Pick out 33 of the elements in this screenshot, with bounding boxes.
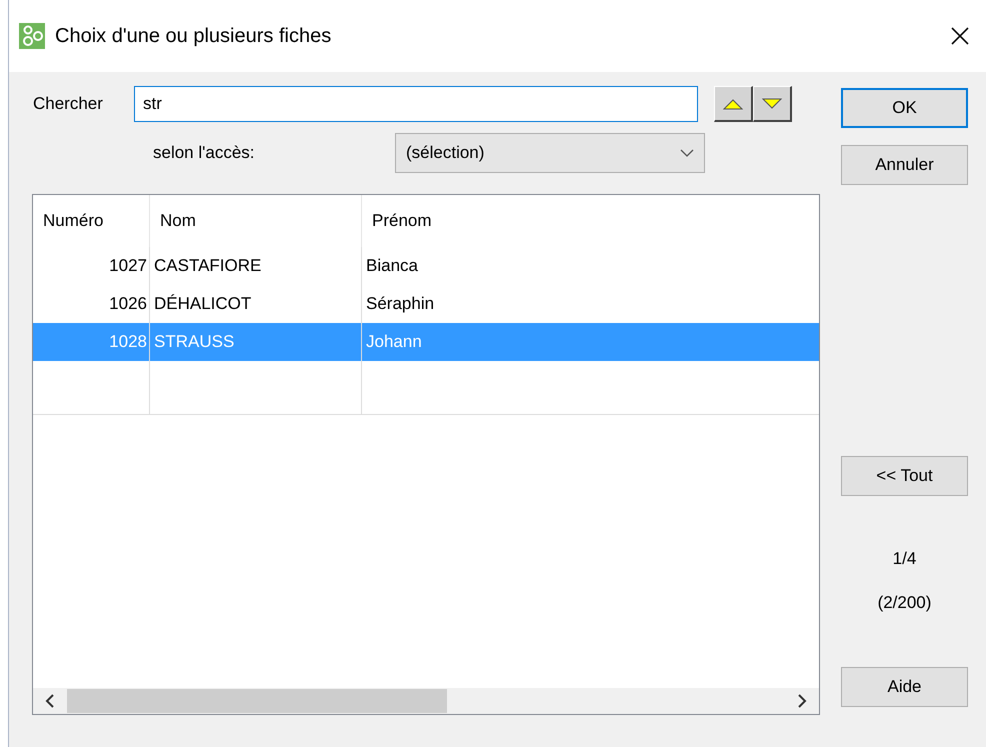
window-title: Choix d'une ou plusieurs fiches bbox=[55, 24, 332, 49]
table-cell-text: Séraphin bbox=[365, 293, 436, 316]
up-triangle-icon bbox=[723, 98, 743, 110]
ok-button[interactable]: OK bbox=[841, 88, 968, 128]
cancel-button[interactable]: Annuler bbox=[841, 145, 968, 185]
table-cell: 1028 bbox=[33, 323, 150, 361]
horizontal-scrollbar[interactable] bbox=[33, 688, 819, 714]
down-arrow-button[interactable] bbox=[753, 86, 792, 122]
table-cell: STRAUSS bbox=[150, 323, 362, 361]
record-count: (2/200) bbox=[878, 592, 932, 614]
page-counter: 1/4 bbox=[892, 548, 916, 570]
scroll-right-icon[interactable] bbox=[797, 694, 807, 708]
chevron-down-icon bbox=[680, 149, 694, 157]
column-header[interactable]: Numéro bbox=[33, 195, 150, 247]
table-cell: 1027 bbox=[33, 247, 150, 285]
down-triangle-icon bbox=[762, 98, 782, 110]
help-button[interactable]: Aide bbox=[841, 667, 968, 707]
access-label: selon l'accès: bbox=[153, 142, 256, 164]
up-arrow-button[interactable] bbox=[714, 86, 753, 122]
close-icon[interactable] bbox=[950, 26, 970, 46]
column-header[interactable]: Prénom bbox=[362, 195, 819, 247]
search-label: Chercher bbox=[33, 93, 104, 116]
scroll-left-icon[interactable] bbox=[45, 694, 55, 708]
search-field[interactable]: str bbox=[134, 86, 698, 122]
show-all-button[interactable]: << Tout bbox=[841, 456, 968, 496]
table-cell-text: Bianca bbox=[365, 255, 419, 278]
table-row[interactable]: 1027 CASTAFIORE Bianca bbox=[33, 247, 819, 285]
app-logo-icon bbox=[19, 23, 45, 49]
column-header[interactable]: Nom bbox=[150, 195, 362, 247]
table-cell-text: Johann bbox=[365, 331, 423, 354]
scrollbar-thumb[interactable] bbox=[67, 689, 447, 713]
table-cell: CASTAFIORE bbox=[150, 247, 362, 285]
access-dropdown[interactable]: (sélection) bbox=[395, 133, 705, 173]
